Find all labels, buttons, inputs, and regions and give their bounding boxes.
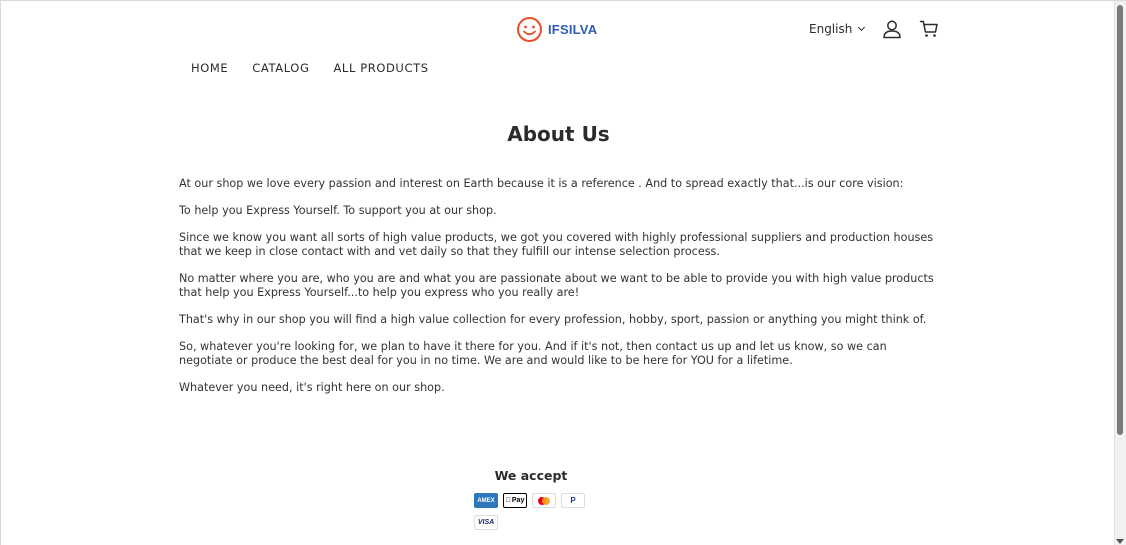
- nav-item-home[interactable]: HOME: [191, 61, 228, 75]
- mastercard-circles-icon: [538, 496, 550, 505]
- paypal-icon: P: [561, 493, 585, 508]
- main-nav: HOME CATALOG ALL PRODUCTS: [191, 61, 429, 75]
- smiley-logo-icon: [517, 17, 542, 42]
- payment-icons-row-2: VISA: [474, 515, 498, 530]
- account-icon[interactable]: [882, 19, 902, 39]
- paragraph: Since we know you want all sorts of high…: [179, 231, 934, 258]
- apple-pay-icon:  Pay: [503, 493, 527, 508]
- scroll-down-arrow-icon[interactable]: [1116, 539, 1124, 544]
- page-title: About Us: [507, 122, 610, 146]
- paragraph: At our shop we love every passion and in…: [179, 177, 904, 190]
- paragraph: To help you Express Yourself. To support…: [179, 204, 497, 218]
- payment-icons-row: AMEX  Pay P: [474, 493, 585, 508]
- nav-item-all-products[interactable]: ALL PRODUCTS: [333, 61, 428, 75]
- we-accept-heading: We accept: [494, 468, 568, 483]
- visa-icon: VISA: [474, 515, 498, 530]
- language-selector[interactable]: English: [809, 22, 866, 36]
- amex-icon: AMEX: [474, 493, 498, 508]
- paragraph: So, whatever you're looking for, we plan…: [179, 340, 887, 367]
- apple-glyph-icon: : [506, 497, 511, 504]
- mastercard-icon: [532, 493, 556, 508]
- paragraph: No matter where you are, who you are and…: [179, 272, 934, 299]
- about-content: At our shop we love every passion and in…: [179, 177, 934, 408]
- brand-name: IFSILVA: [548, 22, 598, 37]
- scrollbar[interactable]: [1114, 1, 1126, 545]
- paragraph: That's why in our shop you will find a h…: [179, 312, 927, 326]
- apple-pay-label: Pay: [509, 497, 524, 504]
- language-label: English: [809, 22, 853, 36]
- brand-logo[interactable]: IFSILVA: [516, 16, 597, 43]
- scrollbar-thumb[interactable]: [1117, 5, 1123, 435]
- page: IFSILVA English HOME CATALOG ALL PRODUCT…: [0, 0, 1126, 545]
- nav-item-catalog[interactable]: CATALOG: [252, 61, 309, 75]
- cart-icon[interactable]: [919, 19, 939, 39]
- chevron-down-icon: [858, 23, 866, 32]
- paragraph: Whatever you need, it's right here on ou…: [179, 380, 445, 394]
